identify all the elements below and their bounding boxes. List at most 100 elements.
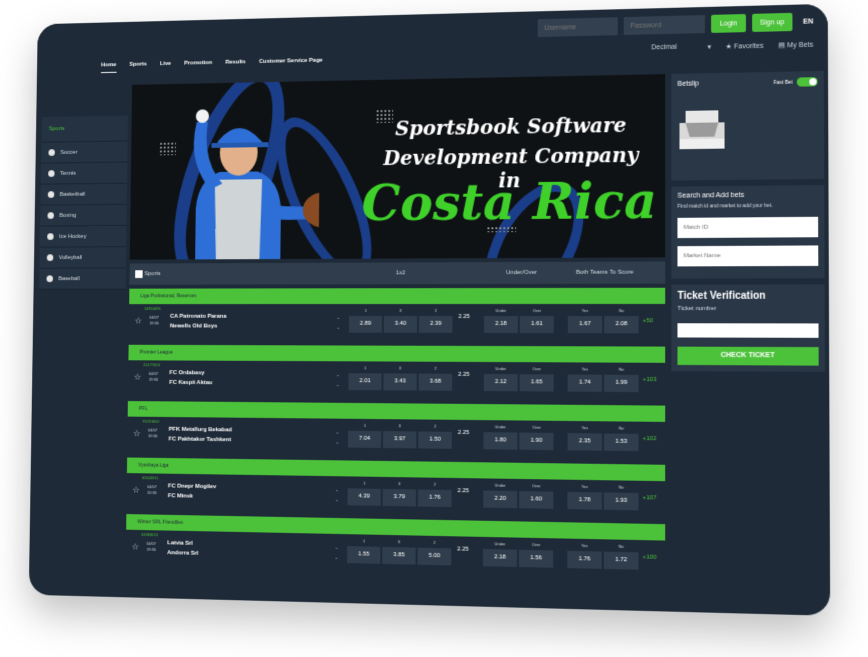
odds-cell[interactable]: Over 1.56 <box>518 542 554 568</box>
odds-value[interactable]: 1.80 <box>483 432 518 450</box>
odds-cell[interactable]: X 3.97 <box>383 423 417 449</box>
sidebar-item-baseball[interactable]: Baseball <box>39 268 126 290</box>
favorite-star-icon[interactable]: ☆ <box>134 372 142 383</box>
language-selector[interactable]: EN <box>803 18 813 25</box>
odds-value[interactable]: 2.12 <box>483 373 518 392</box>
nav-results[interactable]: Results <box>225 59 245 70</box>
odds-value[interactable]: 2.08 <box>604 316 639 334</box>
match-row[interactable]: ☆ 14814496 04/07 19:30 CA Patronato Parana Ne… <box>128 303 666 343</box>
password-input[interactable] <box>624 15 706 36</box>
nav-sports[interactable]: Sports <box>129 62 147 73</box>
odds-value[interactable]: 1.55 <box>347 546 381 564</box>
odds-value[interactable]: 1.76 <box>417 489 452 508</box>
odds-format-select[interactable]: Decimal ▾ <box>651 43 711 52</box>
odds-cell[interactable]: No 1.53 <box>603 425 639 452</box>
match-id-input[interactable] <box>677 216 819 239</box>
odds-cell[interactable]: Under 1.80 <box>483 424 518 450</box>
sidebar-item-tennis[interactable]: Tennis <box>40 162 128 185</box>
match-row[interactable]: ☆ 31051600 04/07 19:30 PFK Metallurg Bekabad… <box>127 416 666 461</box>
odds-cell[interactable]: Under 2.20 <box>483 482 518 509</box>
username-input[interactable] <box>538 17 619 38</box>
nav-customer-service[interactable]: Customer Service Page <box>259 58 323 70</box>
odds-value[interactable]: 1.60 <box>519 491 554 509</box>
nav-promotion[interactable]: Promotion <box>184 60 212 71</box>
odds-cell[interactable]: Over 1.61 <box>519 308 554 334</box>
odds-cell[interactable]: 2 1.50 <box>418 423 452 449</box>
odds-cell[interactable]: Under 2.18 <box>482 541 517 567</box>
odds-cell[interactable]: Yes 2.35 <box>567 425 602 451</box>
favorite-star-icon[interactable]: ☆ <box>132 485 140 496</box>
match-row[interactable]: ☆ 22177053 04/07 19:30 FC Ordabasy FC Kaspii … <box>127 360 666 402</box>
odds-value[interactable]: 1.99 <box>604 374 639 393</box>
market-name-input[interactable] <box>677 245 819 267</box>
login-button[interactable]: Login <box>711 14 746 33</box>
odds-value[interactable]: 4.39 <box>347 488 381 506</box>
odds-cell[interactable]: 1 7.04 <box>347 423 382 448</box>
favorite-star-icon[interactable]: ☆ <box>131 542 139 553</box>
favorites-link[interactable]: ★ Favorites <box>726 42 764 51</box>
more-markets-link[interactable]: +100 <box>643 554 657 560</box>
odds-value[interactable]: 1.50 <box>418 431 452 449</box>
sidebar-item-volleyball[interactable]: Volleyball <box>39 247 127 269</box>
favorite-star-icon[interactable]: ☆ <box>134 316 142 327</box>
odds-cell[interactable]: No 1.99 <box>604 367 639 393</box>
odds-cell[interactable]: 2 5.00 <box>417 540 452 566</box>
odds-cell[interactable]: 1 1.55 <box>347 538 381 564</box>
odds-cell[interactable]: Over 1.65 <box>519 366 554 392</box>
mybets-link[interactable]: ▤ My Bets <box>778 41 813 50</box>
sidebar-item-ice-hockey[interactable]: Ice Hockey <box>39 225 127 248</box>
odds-value[interactable]: 1.74 <box>567 374 603 392</box>
odds-value[interactable]: 3.79 <box>382 488 417 507</box>
odds-cell[interactable]: Yes 1.74 <box>567 366 603 392</box>
odds-cell[interactable]: Over 1.60 <box>519 483 554 509</box>
odds-value[interactable]: 3.40 <box>383 315 418 333</box>
match-row[interactable]: ☆ 32643315 04/07 20:30 FC Dnepr Mogilev FC Mi… <box>126 473 666 521</box>
more-markets-link[interactable]: +103 <box>643 377 657 383</box>
odds-cell[interactable]: Yes 1.67 <box>567 308 603 334</box>
odds-cell[interactable]: Yes 1.76 <box>567 543 602 569</box>
odds-value[interactable]: 2.01 <box>348 373 382 391</box>
odds-cell[interactable]: Yes 1.78 <box>567 484 602 510</box>
odds-value[interactable]: 2.35 <box>567 433 602 451</box>
odds-cell[interactable]: 2 2.39 <box>418 308 453 333</box>
odds-cell[interactable]: Over 1.90 <box>519 424 554 451</box>
odds-value[interactable]: 3.97 <box>383 431 417 449</box>
odds-value[interactable]: 1.93 <box>603 492 639 511</box>
odds-value[interactable]: 5.00 <box>417 547 452 566</box>
odds-value[interactable]: 1.72 <box>603 551 639 570</box>
odds-value[interactable]: 1.65 <box>519 374 554 392</box>
odds-cell[interactable]: 2 1.76 <box>417 481 452 508</box>
odds-cell[interactable]: Under 2.18 <box>483 308 518 334</box>
odds-cell[interactable]: No 1.93 <box>603 484 639 511</box>
fast-bet-toggle[interactable] <box>796 77 818 87</box>
more-markets-link[interactable]: +50 <box>643 318 653 324</box>
odds-cell[interactable]: No 1.72 <box>603 543 639 570</box>
sidebar-item-basketball[interactable]: Basketball <box>40 183 128 206</box>
odds-cell[interactable]: 1 2.89 <box>348 308 382 333</box>
nav-live[interactable]: Live <box>160 61 171 72</box>
odds-value[interactable]: 1.61 <box>519 316 554 334</box>
odds-value[interactable]: 2.18 <box>482 549 517 567</box>
ticket-number-input[interactable] <box>677 323 819 338</box>
odds-value[interactable]: 1.56 <box>518 549 554 568</box>
odds-value[interactable]: 3.68 <box>418 373 453 391</box>
check-ticket-button[interactable]: CHECK TICKET <box>677 346 819 366</box>
odds-cell[interactable]: 1 4.39 <box>347 480 381 506</box>
odds-value[interactable]: 2.39 <box>418 315 453 333</box>
promo-banner[interactable]: Sportsbook Software Development Company … <box>129 74 666 260</box>
odds-cell[interactable]: Under 2.12 <box>483 366 518 392</box>
more-markets-link[interactable]: +102 <box>643 436 657 442</box>
odds-cell[interactable]: 2 3.68 <box>418 366 453 391</box>
odds-value[interactable]: 1.78 <box>567 491 602 510</box>
sidebar-item-boxing[interactable]: Boxing <box>40 204 127 227</box>
odds-value[interactable]: 1.90 <box>519 432 554 451</box>
odds-cell[interactable]: No 2.08 <box>604 308 639 334</box>
favorite-star-icon[interactable]: ☆ <box>133 428 141 439</box>
odds-cell[interactable]: 1 2.01 <box>348 365 382 391</box>
nav-home[interactable]: Home <box>100 62 117 74</box>
odds-value[interactable]: 7.04 <box>347 430 382 448</box>
odds-value[interactable]: 1.53 <box>603 433 639 452</box>
odds-cell[interactable]: X 3.79 <box>382 481 417 507</box>
odds-cell[interactable]: X 3.40 <box>383 308 418 333</box>
signup-button[interactable]: Sign up <box>751 12 793 32</box>
